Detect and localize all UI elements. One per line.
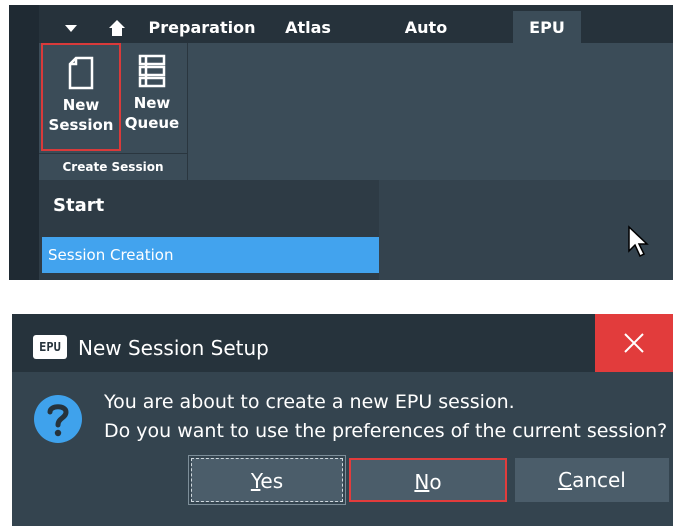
no-button[interactable]: No bbox=[349, 458, 507, 502]
tab-auto-functions[interactable]: Auto Functions bbox=[361, 11, 491, 71]
new-session-button[interactable]: New Session bbox=[41, 43, 121, 151]
new-queue-button[interactable]: New Queue bbox=[123, 43, 181, 151]
no-mnemonic: N bbox=[414, 470, 430, 494]
yes-button[interactable]: Yes bbox=[188, 455, 346, 505]
ribbon: New Session New Queue Create Session bbox=[39, 43, 673, 180]
dialog-message-line2: Do you want to use the preferences of th… bbox=[104, 420, 668, 442]
new-queue-label-line1: New bbox=[133, 94, 171, 112]
start-heading: Start bbox=[53, 195, 105, 216]
left-sidebar-strip bbox=[9, 5, 39, 280]
close-button[interactable] bbox=[595, 314, 673, 372]
epu-main-window: Preparation Atlas Auto Functions EPU New… bbox=[9, 5, 673, 280]
new-queue-label-line2: Queue bbox=[124, 114, 180, 132]
cancel-mnemonic: C bbox=[558, 468, 573, 492]
yes-label-rest: es bbox=[260, 469, 284, 493]
question-icon bbox=[34, 395, 82, 443]
epu-logo: EPU bbox=[33, 335, 67, 359]
yes-mnemonic: Y bbox=[250, 469, 261, 493]
dropdown-arrow-icon[interactable] bbox=[65, 25, 77, 32]
ribbon-group-separator bbox=[187, 43, 188, 180]
ribbon-group-label: Create Session bbox=[39, 153, 187, 180]
dialog-title: New Session Setup bbox=[78, 336, 269, 360]
new-session-label-line2: Session bbox=[48, 116, 114, 134]
new-session-setup-dialog: EPU New Session Setup You are about to c… bbox=[12, 314, 673, 526]
cancel-button[interactable]: Cancel bbox=[515, 458, 669, 502]
queue-list-icon bbox=[138, 54, 166, 88]
home-icon[interactable] bbox=[108, 19, 126, 37]
new-document-icon bbox=[68, 56, 94, 90]
close-icon bbox=[624, 333, 644, 353]
cancel-label-rest: ancel bbox=[572, 468, 626, 492]
tab-preparation[interactable]: Preparation bbox=[147, 11, 257, 43]
dialog-message-line1: You are about to create a new EPU sessio… bbox=[104, 391, 515, 413]
nav-item-session-creation[interactable]: Session Creation bbox=[42, 237, 379, 273]
no-label-rest: o bbox=[429, 470, 442, 494]
new-session-label-line1: New bbox=[62, 96, 100, 114]
tab-atlas[interactable]: Atlas bbox=[280, 11, 336, 43]
mouse-cursor-icon bbox=[628, 225, 649, 258]
tab-epu[interactable]: EPU bbox=[513, 11, 581, 43]
